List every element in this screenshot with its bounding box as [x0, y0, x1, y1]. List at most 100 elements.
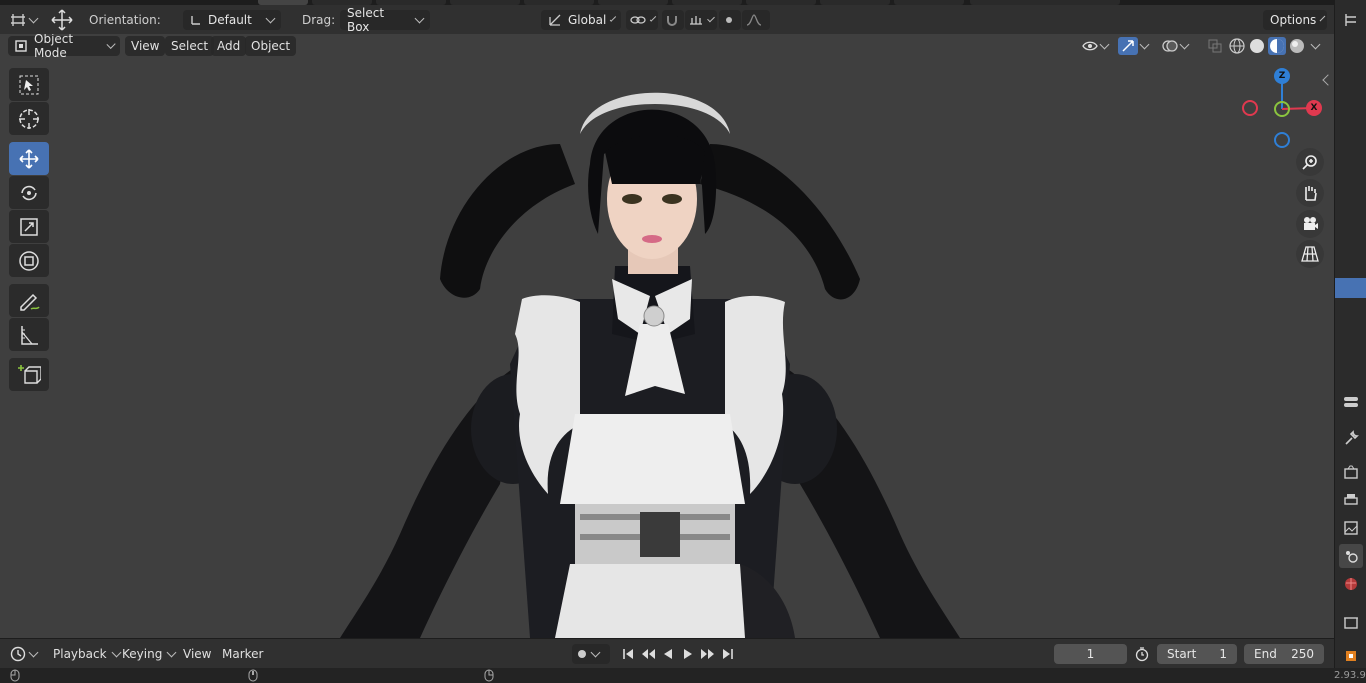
view-layer-properties-icon[interactable] [1339, 516, 1363, 540]
auto-keying-toggle[interactable] [572, 644, 610, 664]
cursor-icon [17, 107, 41, 131]
gizmo-x-axis[interactable]: X [1306, 100, 1322, 116]
timeline-view-menu[interactable]: View [177, 644, 217, 664]
perspective-toggle-button[interactable] [1296, 240, 1324, 268]
drag-dropdown[interactable]: Select Box [340, 6, 430, 34]
clock-icon [10, 646, 26, 662]
jump-to-keyframe-back-button[interactable] [638, 644, 658, 664]
editor-type-button[interactable] [10, 9, 39, 31]
status-bar [0, 668, 1334, 683]
select-menu[interactable]: Select [165, 36, 215, 56]
visibility-dropdown[interactable] [1076, 36, 1114, 56]
mouse-left-icon [10, 669, 20, 682]
gizmo-z-axis[interactable]: Z [1274, 68, 1290, 84]
tool-settings-icon[interactable] [1339, 390, 1363, 414]
play-button[interactable] [678, 644, 698, 664]
jump-to-keyframe-forward-button[interactable] [698, 644, 718, 664]
mode-dropdown[interactable]: Object Mode [8, 34, 120, 60]
end-frame-value: 250 [1291, 647, 1314, 661]
3d-viewport[interactable]: Object Mode View Select Add Object Z X [0, 34, 1334, 638]
snap-increment-icon [689, 14, 703, 26]
cursor-tool[interactable] [9, 102, 49, 135]
annotate-icon [17, 289, 41, 313]
start-frame-field[interactable]: Start 1 [1157, 644, 1237, 664]
playback-menu[interactable]: Playback [47, 644, 126, 664]
drag-label: Drag: [302, 13, 336, 27]
current-frame-field[interactable]: 1 [1054, 644, 1127, 664]
add-menu[interactable]: Add [211, 36, 247, 56]
move-arrows-icon [50, 9, 74, 31]
scene-properties-icon[interactable] [1339, 544, 1363, 568]
pivot-point-dropdown[interactable] [626, 9, 658, 31]
jump-to-start-button[interactable] [618, 644, 638, 664]
solid-shading-icon[interactable] [1248, 37, 1266, 55]
shading-modes[interactable] [1224, 36, 1323, 56]
tools-wrench-icon[interactable] [1339, 426, 1363, 450]
mouse-middle-icon [248, 669, 258, 682]
chevron-down-icon [28, 13, 39, 23]
pivot-link-icon [630, 14, 646, 26]
start-frame-label: Start [1167, 647, 1197, 661]
preview-range-toggle[interactable] [1134, 644, 1150, 664]
pan-button[interactable] [1296, 179, 1324, 207]
transform-orientation-dropdown[interactable]: Global [541, 9, 621, 31]
proportional-falloff-dropdown[interactable] [742, 9, 770, 31]
eye-icon [1082, 40, 1098, 52]
transform-tool[interactable] [9, 244, 49, 277]
chevron-down-icon [1099, 39, 1110, 49]
timeline-editor-type-button[interactable] [10, 644, 39, 664]
select-box-tool[interactable] [9, 68, 49, 101]
keying-menu-label: Keying [122, 647, 163, 661]
orientation-dropdown[interactable]: Default [183, 9, 281, 31]
outliner-icon[interactable] [1339, 8, 1363, 32]
transform-icon [17, 249, 41, 273]
render-properties-icon[interactable] [1339, 460, 1363, 484]
rendered-shading-icon[interactable] [1288, 37, 1306, 55]
proportional-editing-toggle[interactable] [719, 9, 741, 31]
grid-icon [1301, 245, 1319, 263]
scale-tool[interactable] [9, 210, 49, 243]
orientation-value: Default [208, 13, 252, 27]
world-properties-icon[interactable] [1339, 572, 1363, 596]
move-tool-indicator[interactable] [50, 9, 74, 31]
snap-target-dropdown[interactable] [685, 9, 717, 31]
jump-to-end-button[interactable] [718, 644, 738, 664]
collection-properties-icon[interactable] [1339, 610, 1363, 634]
move-icon [17, 147, 41, 171]
wireframe-shading-icon[interactable] [1228, 37, 1246, 55]
outliner-selection-highlight[interactable] [1335, 278, 1366, 298]
chevron-down-icon [610, 14, 617, 22]
hand-icon [1301, 184, 1319, 202]
measure-tool[interactable] [9, 318, 49, 351]
material-preview-shading-icon[interactable] [1268, 37, 1286, 55]
chevron-down-icon [106, 39, 116, 49]
annotate-tool[interactable] [9, 284, 49, 317]
object-properties-icon[interactable] [1339, 644, 1363, 668]
overlays-toggle[interactable] [1156, 36, 1194, 56]
snap-toggle[interactable] [662, 9, 684, 31]
end-frame-field[interactable]: End 250 [1244, 644, 1324, 664]
camera-view-button[interactable] [1296, 210, 1324, 238]
object-menu[interactable]: Object [245, 36, 297, 56]
gizmo-toggle[interactable] [1112, 36, 1154, 56]
move-tool[interactable] [9, 142, 49, 175]
marker-menu[interactable]: Marker [216, 644, 269, 664]
gizmo-neg-x-axis[interactable] [1242, 100, 1258, 116]
zoom-button[interactable] [1296, 148, 1324, 176]
start-frame-value: 1 [1219, 647, 1227, 661]
current-frame-value: 1 [1086, 647, 1095, 661]
viewport-header: Object Mode View Select Add Object [0, 34, 1334, 60]
play-reverse-button[interactable] [658, 644, 678, 664]
gizmo-y-axis[interactable] [1274, 101, 1290, 117]
chevron-down-icon [28, 647, 39, 657]
add-cube-tool[interactable] [9, 358, 49, 391]
options-dropdown[interactable]: Options [1263, 9, 1327, 31]
output-properties-icon[interactable] [1339, 488, 1363, 512]
rotate-icon [17, 181, 41, 205]
view-menu[interactable]: View [125, 36, 166, 56]
gizmo-neg-z-axis[interactable] [1274, 132, 1290, 148]
workspace-tabs[interactable] [0, 0, 1334, 5]
keying-menu[interactable]: Keying [116, 644, 181, 664]
record-icon [576, 648, 588, 660]
rotate-tool[interactable] [9, 176, 49, 209]
